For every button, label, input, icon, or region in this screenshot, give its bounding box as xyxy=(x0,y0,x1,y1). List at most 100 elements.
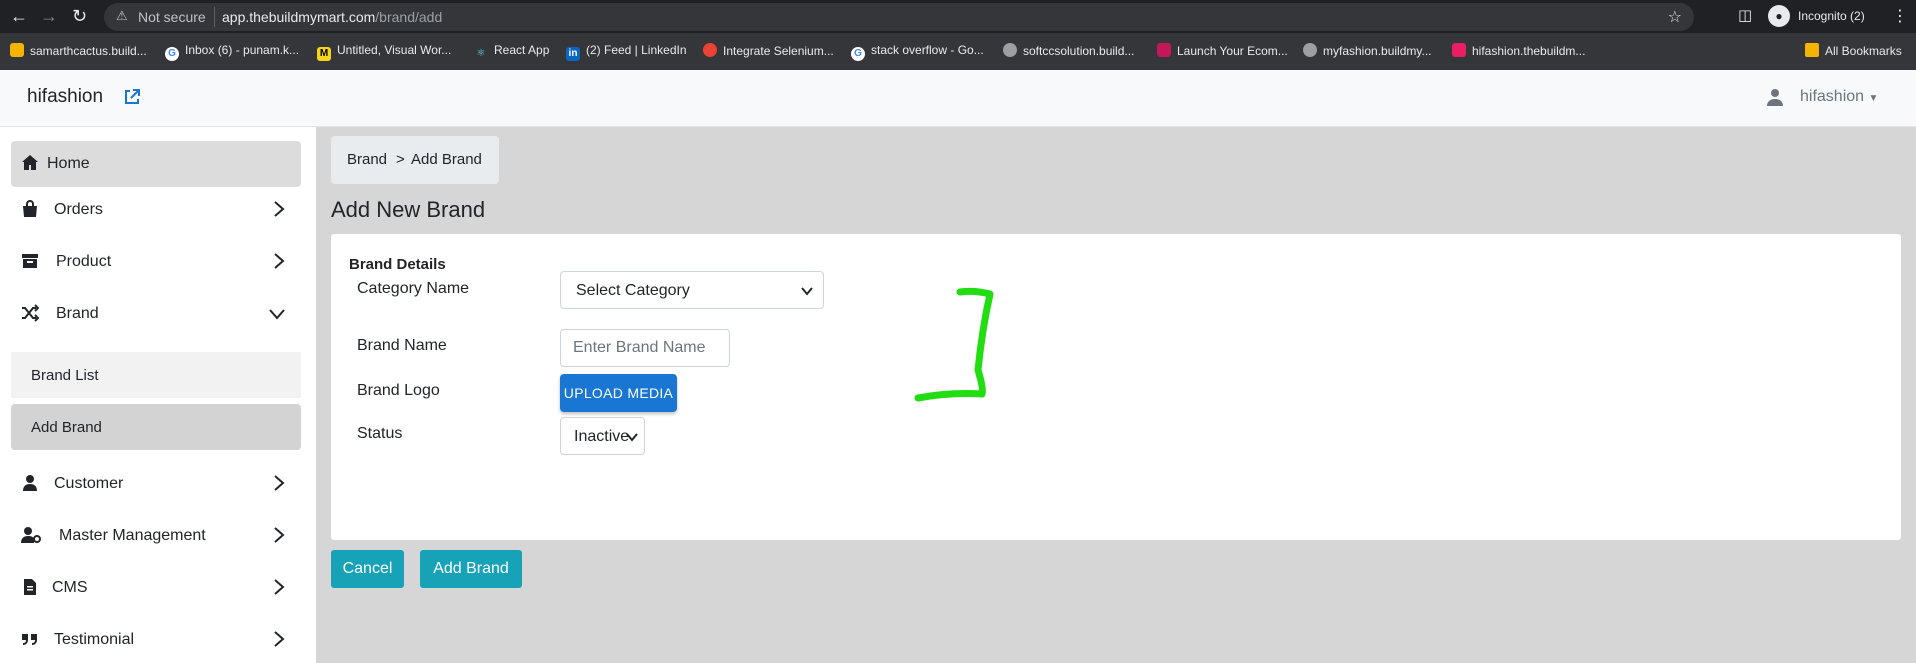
sidebar-item-label: Home xyxy=(47,155,90,172)
globe-icon xyxy=(1003,43,1017,57)
category-select[interactable]: Select Category xyxy=(560,271,824,309)
sidebar-item-orders[interactable]: Orders xyxy=(11,187,301,233)
bookmark-label: (2) Feed | LinkedIn xyxy=(586,43,687,57)
breadcrumb: Brand > Add Brand xyxy=(331,136,499,184)
sidebar-item-testimonial[interactable]: Testimonial xyxy=(11,617,301,663)
bookmark-label: React App xyxy=(494,43,550,57)
external-link-icon[interactable] xyxy=(123,88,141,106)
breadcrumb-brand[interactable]: Brand xyxy=(347,151,387,168)
all-bookmarks[interactable]: All Bookmarks xyxy=(1805,43,1902,61)
bookmark-item[interactable]: in (2) Feed | LinkedIn xyxy=(566,43,687,61)
sidebar-item-cms[interactable]: CMS xyxy=(11,565,301,611)
not-secure-label: Not secure xyxy=(138,9,206,25)
user-menu[interactable]: hifashion ▼ xyxy=(1800,88,1878,106)
chevron-down-icon xyxy=(269,309,285,320)
url-path: /brand/add xyxy=(375,9,443,25)
app-name[interactable]: hifashion xyxy=(27,86,103,108)
bookmark-item[interactable]: hifashion.thebuildm... xyxy=(1452,43,1585,61)
user-gear-icon xyxy=(21,527,41,543)
chevron-down-icon xyxy=(801,287,813,296)
shopping-bag-icon xyxy=(23,200,37,217)
sidebar-subitem-label: Brand List xyxy=(31,367,99,384)
sidebar-item-label: Product xyxy=(56,253,112,270)
chevron-right-icon xyxy=(274,631,285,647)
globe-icon xyxy=(1303,43,1317,57)
brand-name-label: Brand Name xyxy=(357,337,447,354)
brand-details-card: Brand Details Category Name Select Categ… xyxy=(331,234,1901,540)
sidebar-item-label: Customer xyxy=(54,475,124,492)
archive-box-icon xyxy=(22,254,38,268)
sidebar-item-customer[interactable]: Customer xyxy=(11,461,301,507)
chevron-right-icon xyxy=(274,475,285,491)
bookmark-item[interactable]: ⚛ React App xyxy=(474,43,550,61)
sidebar-item-label: CMS xyxy=(52,579,88,596)
bookmark-label: samarthcactus.build... xyxy=(30,44,147,58)
profile-label: Incognito (2) xyxy=(1798,9,1865,23)
url-host: app.thebuildmymart.com xyxy=(222,9,376,25)
bookmark-item[interactable]: G Inbox (6) - punam.k... xyxy=(165,43,299,61)
shop-icon xyxy=(1157,43,1171,57)
bookmark-item[interactable]: myfashion.buildmy... xyxy=(1303,43,1432,61)
chevron-right-icon xyxy=(274,253,285,269)
shop-icon xyxy=(1452,43,1466,57)
google-icon: G xyxy=(165,47,179,61)
caret-down-icon: ▼ xyxy=(1868,93,1879,104)
bookmark-label: Integrate Selenium... xyxy=(723,44,834,58)
sidebar-item-master-management[interactable]: Master Management xyxy=(11,513,301,559)
reload-icon[interactable]: ↻ xyxy=(72,6,87,27)
bookmark-label: stack overflow - Go... xyxy=(871,43,984,57)
main-content: Brand > Add Brand Add New Brand Brand De… xyxy=(316,127,1916,663)
bookmark-item[interactable]: samarthcactus.build... xyxy=(10,43,147,61)
chevron-right-icon xyxy=(274,579,285,595)
warning-icon: ⚠ xyxy=(116,8,128,23)
status-select-value: Inactive xyxy=(574,428,630,445)
home-icon xyxy=(22,155,38,170)
sidebar-item-label: Testimonial xyxy=(54,631,135,648)
react-icon: ⚛ xyxy=(476,48,486,59)
brand-name-input[interactable] xyxy=(560,329,730,367)
page-title: Add New Brand xyxy=(331,197,486,222)
bookmark-item[interactable]: softccsolution.build... xyxy=(1003,43,1134,61)
brand-logo-label: Brand Logo xyxy=(357,382,440,399)
browser-toolbar: ← → ↻ ⚠ Not secure app.thebuildmymart.co… xyxy=(0,0,1916,33)
upload-media-button[interactable]: UPLOAD MEDIA xyxy=(560,374,677,412)
bookmark-item[interactable]: Integrate Selenium... xyxy=(703,43,834,61)
status-select[interactable]: Inactive xyxy=(560,417,645,455)
incognito-icon: ● xyxy=(1768,5,1790,27)
google-icon: G xyxy=(851,47,865,61)
sidebar: Home Orders Product Brand Brand List Add… xyxy=(0,127,316,663)
sidebar-item-label: Brand xyxy=(56,305,99,322)
all-bookmarks-label: All Bookmarks xyxy=(1825,44,1902,58)
bookmark-item[interactable]: Gstack overflow - Go... xyxy=(851,43,984,61)
forward-arrow-icon[interactable]: → xyxy=(40,6,58,27)
category-label: Category Name xyxy=(357,280,470,297)
star-icon[interactable]: ☆ xyxy=(1668,7,1682,27)
user-icon xyxy=(1767,89,1783,106)
breadcrumb-separator: > xyxy=(396,151,405,168)
sidebar-item-brand[interactable]: Brand xyxy=(11,291,301,337)
profile-button[interactable]: ● Incognito (2) xyxy=(1768,5,1878,29)
bookmark-label: softccsolution.build... xyxy=(1023,44,1135,58)
document-icon xyxy=(24,579,36,595)
url-text: app.thebuildmymart.com/brand/add xyxy=(222,9,442,25)
back-arrow-icon[interactable]: ← xyxy=(10,6,28,27)
sidebar-item-label: Master Management xyxy=(59,527,206,544)
miro-icon: M xyxy=(317,47,331,61)
address-bar[interactable]: ⚠ Not secure app.thebuildmymart.com/bran… xyxy=(104,3,1694,31)
bookmark-label: myfashion.buildmy... xyxy=(1323,44,1432,58)
breadcrumb-current: Add Brand xyxy=(411,151,482,168)
sidebar-subitem-brand-list[interactable]: Brand List xyxy=(11,352,301,398)
sidebar-subitem-add-brand[interactable]: Add Brand xyxy=(11,404,301,450)
add-brand-button[interactable]: Add Brand xyxy=(420,550,522,588)
shuffle-icon xyxy=(22,304,39,322)
sidebar-item-home[interactable]: Home xyxy=(11,141,301,187)
sidebar-item-product[interactable]: Product xyxy=(11,239,301,285)
sidebar-item-label: Orders xyxy=(54,201,103,218)
bookmark-label: Untitled, Visual Wor... xyxy=(337,43,452,57)
card-title: Brand Details xyxy=(349,256,446,273)
bookmark-item[interactable]: Launch Your Ecom... xyxy=(1157,43,1288,61)
bookmarks-bar: samarthcactus.build... G Inbox (6) - puna… xyxy=(0,33,1916,70)
bookmark-item[interactable]: M Untitled, Visual Wor... xyxy=(317,43,451,61)
cancel-button[interactable]: Cancel xyxy=(331,550,404,588)
chevron-down-icon xyxy=(626,433,638,442)
